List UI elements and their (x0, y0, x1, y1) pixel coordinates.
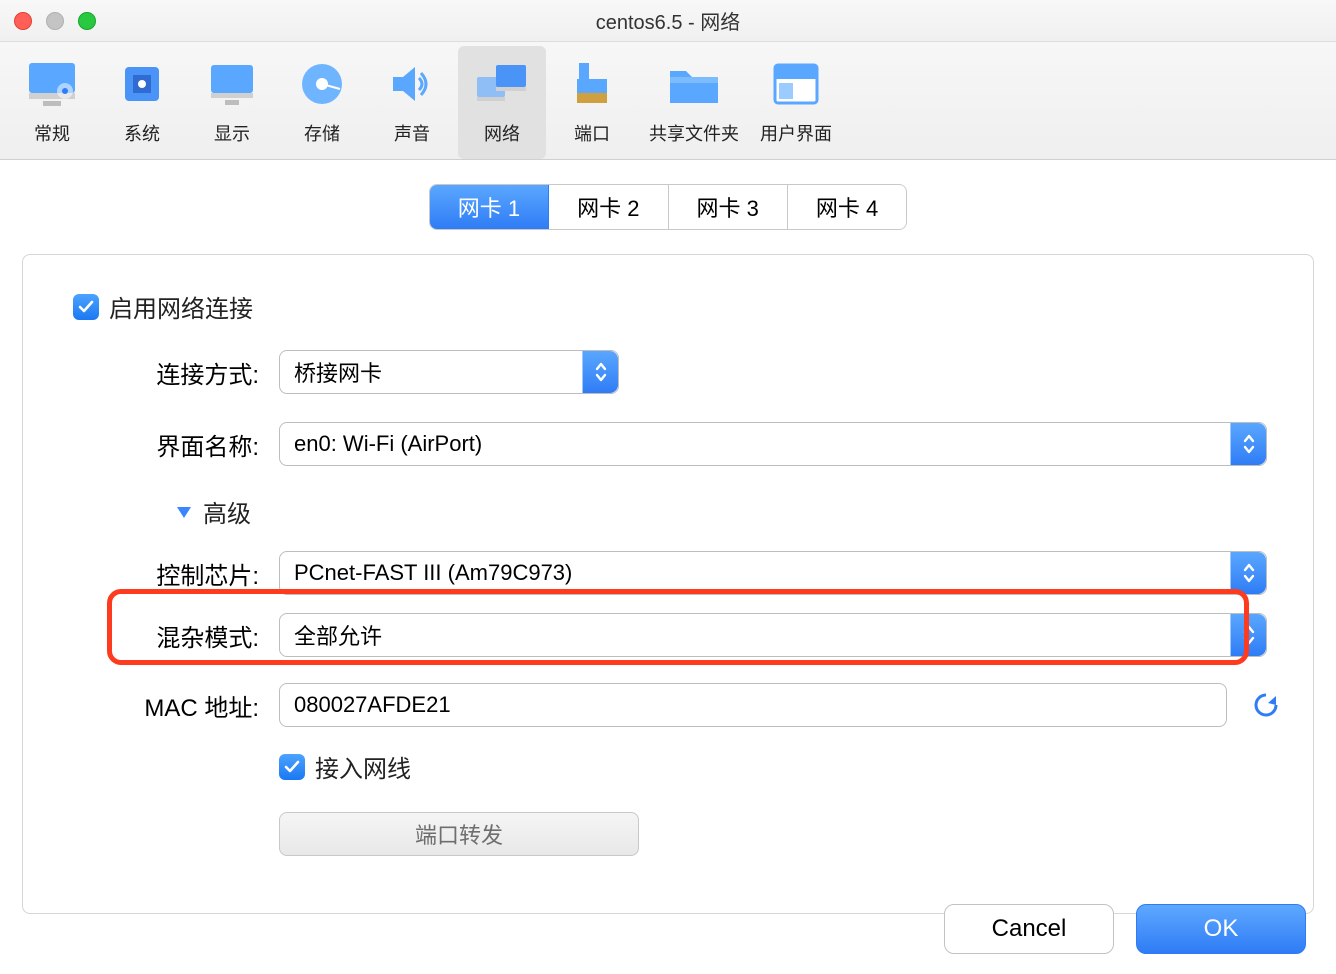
interface-name-label: 界面名称: (55, 427, 265, 462)
toolbar-network[interactable]: 网络 (458, 46, 546, 159)
window-ui-icon (764, 52, 828, 116)
promiscuous-mode-row: 混杂模式: 全部允许 (55, 613, 1281, 657)
toolbar-item-label: 共享文件夹 (649, 120, 739, 146)
toolbar-item-label: 系统 (124, 120, 160, 146)
chevron-up-down-icon (582, 351, 618, 393)
triangle-down-icon (175, 503, 193, 521)
cancel-button[interactable]: Cancel (944, 904, 1114, 954)
toolbar-disk[interactable]: 存储 (278, 46, 366, 159)
advanced-label: 高级 (203, 494, 251, 529)
toolbar-item-label: 端口 (574, 120, 610, 146)
usb-port-icon (560, 52, 624, 116)
promiscuous-mode-value: 全部允许 (294, 619, 382, 651)
mac-address-row: MAC 地址: 080027AFDE21 (55, 683, 1281, 727)
port-forwarding-button[interactable]: 端口转发 (279, 812, 639, 856)
folder-icon (662, 52, 726, 116)
monitor-settings-icon (20, 52, 84, 116)
adapter-tabs: 网卡 1网卡 2网卡 3网卡 4 (0, 184, 1336, 230)
cable-connected-label: 接入网线 (315, 749, 411, 784)
promiscuous-mode-select[interactable]: 全部允许 (279, 613, 1267, 657)
window-title: centos6.5 - 网络 (0, 6, 1336, 35)
attach-mode-label: 连接方式: (55, 355, 265, 390)
toolbar-monitor[interactable]: 显示 (188, 46, 276, 159)
chevron-up-down-icon (1230, 614, 1266, 656)
mac-address-value: 080027AFDE21 (294, 692, 451, 718)
toolbar-monitor-settings[interactable]: 常规 (8, 46, 96, 159)
adapter-segmented: 网卡 1网卡 2网卡 3网卡 4 (429, 184, 907, 230)
refresh-mac-button[interactable] (1251, 690, 1281, 720)
cable-connected-checkbox[interactable] (279, 754, 305, 780)
chevron-up-down-icon (1230, 423, 1266, 465)
toolbar-item-label: 显示 (214, 120, 250, 146)
adapter-type-value: PCnet-FAST III (Am79C973) (294, 560, 572, 586)
tab-adapter-4[interactable]: 网卡 4 (788, 185, 906, 229)
attach-mode-value: 桥接网卡 (294, 356, 382, 388)
adapter-panel: 启用网络连接 连接方式: 桥接网卡 界面名称: en0: Wi-Fi (AirP… (22, 254, 1314, 914)
disk-icon (290, 52, 354, 116)
ok-label: OK (1204, 915, 1239, 943)
interface-name-value: en0: Wi-Fi (AirPort) (294, 431, 482, 457)
toolbar-usb-port[interactable]: 端口 (548, 46, 636, 159)
interface-name-row: 界面名称: en0: Wi-Fi (AirPort) (55, 422, 1281, 466)
adapter-type-row: 控制芯片: PCnet-FAST III (Am79C973) (55, 551, 1281, 595)
toolbar-item-label: 存储 (304, 120, 340, 146)
toolbar-item-label: 网络 (484, 120, 520, 146)
network-icon (470, 52, 534, 116)
chevron-up-down-icon (1230, 552, 1266, 594)
dialog-buttons: Cancel OK (944, 904, 1306, 954)
mac-address-input[interactable]: 080027AFDE21 (279, 683, 1227, 727)
toolbar-speaker[interactable]: 声音 (368, 46, 456, 159)
enable-network-label: 启用网络连接 (109, 289, 253, 324)
window-titlebar: centos6.5 - 网络 (0, 0, 1336, 42)
advanced-disclosure[interactable]: 高级 (175, 494, 1281, 529)
attach-mode-select[interactable]: 桥接网卡 (279, 350, 619, 394)
promiscuous-mode-label: 混杂模式: (55, 618, 265, 653)
tab-adapter-3[interactable]: 网卡 3 (669, 185, 788, 229)
speaker-icon (380, 52, 444, 116)
cable-connected-row: 接入网线 (55, 749, 1281, 784)
chip-icon (110, 52, 174, 116)
tab-adapter-1[interactable]: 网卡 1 (430, 185, 549, 229)
interface-name-select[interactable]: en0: Wi-Fi (AirPort) (279, 422, 1267, 466)
toolbar-folder[interactable]: 共享文件夹 (638, 46, 750, 159)
toolbar-chip[interactable]: 系统 (98, 46, 186, 159)
adapter-type-label: 控制芯片: (55, 556, 265, 591)
port-forwarding-label: 端口转发 (415, 818, 503, 850)
monitor-icon (200, 52, 264, 116)
settings-toolbar: 常规 系统 显示 存储 声音 网络 端口 共享文件夹用户界面 (0, 42, 1336, 160)
enable-network-row: 启用网络连接 (73, 289, 1281, 324)
adapter-type-select[interactable]: PCnet-FAST III (Am79C973) (279, 551, 1267, 595)
enable-network-checkbox[interactable] (73, 294, 99, 320)
tab-adapter-2[interactable]: 网卡 2 (549, 185, 668, 229)
toolbar-item-label: 声音 (394, 120, 430, 146)
cancel-label: Cancel (992, 915, 1067, 943)
ok-button[interactable]: OK (1136, 904, 1306, 954)
toolbar-item-label: 常规 (34, 120, 70, 146)
toolbar-item-label: 用户界面 (760, 120, 832, 146)
toolbar-window-ui[interactable]: 用户界面 (752, 46, 840, 159)
mac-address-label: MAC 地址: (55, 688, 265, 723)
attach-mode-row: 连接方式: 桥接网卡 (55, 350, 1281, 394)
